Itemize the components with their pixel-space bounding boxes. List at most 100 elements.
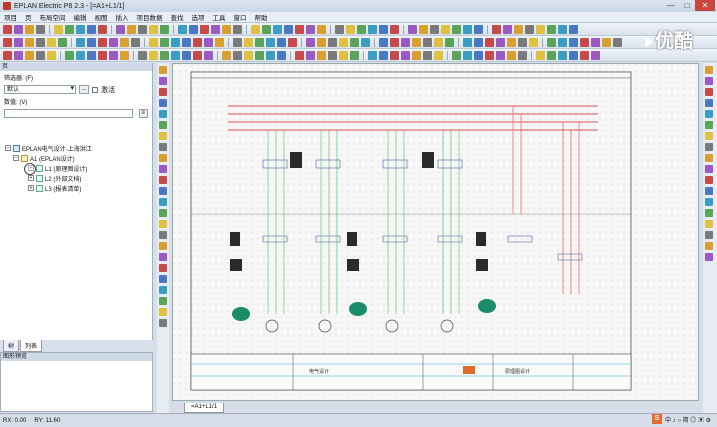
menu-project[interactable]: 项目 <box>4 12 17 22</box>
toolbar-tool-icon[interactable] <box>536 24 545 34</box>
toolbar-tool-icon[interactable] <box>452 24 461 34</box>
toolbar-tool-icon[interactable] <box>419 24 428 34</box>
toolbar-tool-icon[interactable] <box>87 50 96 60</box>
toolbar-tool-icon[interactable] <box>547 24 556 34</box>
toolbar-tool-icon[interactable] <box>215 37 224 47</box>
toolbar-tool-icon[interactable] <box>266 37 275 47</box>
toolbar-tool-icon[interactable] <box>131 37 140 47</box>
toolbar-tool-icon[interactable] <box>204 37 213 47</box>
side-tool-icon[interactable] <box>705 77 713 85</box>
side-tool-icon[interactable] <box>705 253 713 261</box>
toolbar-tool-icon[interactable] <box>47 37 56 47</box>
toolbar-tool-icon[interactable] <box>445 37 454 47</box>
side-tool-icon[interactable] <box>705 176 713 184</box>
toolbar-tool-icon[interactable] <box>408 24 417 34</box>
side-tool-icon[interactable] <box>159 88 167 96</box>
toolbar-tool-icon[interactable] <box>3 37 12 47</box>
tree-item-l3[interactable]: + L3 (报表清单) <box>0 183 150 193</box>
toolbar-tool-icon[interactable] <box>14 50 23 60</box>
side-tool-icon[interactable] <box>705 143 713 151</box>
toolbar-tool-icon[interactable] <box>36 50 45 60</box>
toolbar-tool-icon[interactable] <box>507 50 516 60</box>
toolbar-tool-icon[interactable] <box>441 24 450 34</box>
side-tool-icon[interactable] <box>159 198 167 206</box>
expand-icon[interactable]: + <box>28 185 34 191</box>
side-tool-icon[interactable] <box>705 66 713 74</box>
collapse-icon[interactable]: − <box>13 155 19 161</box>
toolbar-tool-icon[interactable] <box>200 24 209 34</box>
toolbar-tool-icon[interactable] <box>503 24 512 34</box>
toolbar-tool-icon[interactable] <box>379 24 388 34</box>
side-tool-icon[interactable] <box>159 132 167 140</box>
toolbar-tool-icon[interactable] <box>434 37 443 47</box>
toolbar-tool-icon[interactable] <box>401 37 410 47</box>
toolbar-tool-icon[interactable] <box>233 50 242 60</box>
menu-view[interactable]: 视图 <box>95 12 108 22</box>
toolbar-tool-icon[interactable] <box>547 37 556 47</box>
menu-edit[interactable]: 编辑 <box>74 12 87 22</box>
side-tool-icon[interactable] <box>159 176 167 184</box>
toolbar-tool-icon[interactable] <box>116 24 125 34</box>
toolbar-tool-icon[interactable] <box>569 24 578 34</box>
toolbar-tool-icon[interactable] <box>496 37 505 47</box>
toolbar-tool-icon[interactable] <box>368 24 377 34</box>
menu-project-data[interactable]: 项目数据 <box>137 12 163 22</box>
toolbar-tool-icon[interactable] <box>25 24 34 34</box>
side-tool-icon[interactable] <box>159 66 167 74</box>
toolbar-tool-icon[interactable] <box>361 37 370 47</box>
toolbar-tool-icon[interactable] <box>350 50 359 60</box>
toolbar-tool-icon[interactable] <box>346 24 355 34</box>
toolbar-tool-icon[interactable] <box>76 37 85 47</box>
toolbar-tool-icon[interactable] <box>518 50 527 60</box>
toolbar-tool-icon[interactable] <box>569 37 578 47</box>
toolbar-tool-icon[interactable] <box>558 50 567 60</box>
side-tool-icon[interactable] <box>705 231 713 239</box>
side-tool-icon[interactable] <box>705 165 713 173</box>
side-tool-icon[interactable] <box>159 319 167 327</box>
toolbar-tool-icon[interactable] <box>591 50 600 60</box>
tab-list[interactable]: 列表 <box>20 340 43 352</box>
toolbar-tool-icon[interactable] <box>569 50 578 60</box>
toolbar-tool-icon[interactable] <box>496 50 505 60</box>
toolbar-tool-icon[interactable] <box>3 24 12 34</box>
side-tool-icon[interactable] <box>159 242 167 250</box>
toolbar-tool-icon[interactable] <box>390 37 399 47</box>
side-tool-icon[interactable] <box>705 198 713 206</box>
toolbar-tool-icon[interactable] <box>463 37 472 47</box>
toolbar-tool-icon[interactable] <box>47 50 56 60</box>
toolbar-tool-icon[interactable] <box>401 50 410 60</box>
side-tool-icon[interactable] <box>159 253 167 261</box>
toolbar-tool-icon[interactable] <box>412 50 421 60</box>
toolbar-tool-icon[interactable] <box>109 37 118 47</box>
toolbar-tool-icon[interactable] <box>288 37 297 47</box>
menu-insert[interactable]: 插入 <box>116 12 129 22</box>
toolbar-tool-icon[interactable] <box>390 50 399 60</box>
toolbar-tool-icon[interactable] <box>412 37 421 47</box>
toolbar-tool-icon[interactable] <box>295 50 304 60</box>
toolbar-tool-icon[interactable] <box>284 24 293 34</box>
toolbar-tool-icon[interactable] <box>222 24 231 34</box>
toolbar-tool-icon[interactable] <box>317 24 326 34</box>
toolbar-tool-icon[interactable] <box>160 24 169 34</box>
side-tool-icon[interactable] <box>705 121 713 129</box>
activate-checkbox[interactable] <box>92 86 98 93</box>
side-tool-icon[interactable] <box>705 99 713 107</box>
side-tool-icon[interactable] <box>705 110 713 118</box>
toolbar-tool-icon[interactable] <box>423 37 432 47</box>
toolbar-tool-icon[interactable] <box>127 24 136 34</box>
value-apply-button[interactable]: ≡ <box>138 109 148 118</box>
side-tool-icon[interactable] <box>159 121 167 129</box>
toolbar-tool-icon[interactable] <box>558 24 567 34</box>
toolbar-tool-icon[interactable] <box>65 24 74 34</box>
toolbar-tool-icon[interactable] <box>580 37 589 47</box>
side-tool-icon[interactable] <box>159 297 167 305</box>
toolbar-tool-icon[interactable] <box>514 24 523 34</box>
toolbar-tool-icon[interactable] <box>262 24 271 34</box>
toolbar-tool-icon[interactable] <box>193 37 202 47</box>
toolbar-tool-icon[interactable] <box>160 37 169 47</box>
toolbar-tool-icon[interactable] <box>613 37 622 47</box>
side-tool-icon[interactable] <box>159 275 167 283</box>
toolbar-tool-icon[interactable] <box>87 24 96 34</box>
minimize-button[interactable]: — <box>663 0 679 11</box>
side-tool-icon[interactable] <box>159 99 167 107</box>
